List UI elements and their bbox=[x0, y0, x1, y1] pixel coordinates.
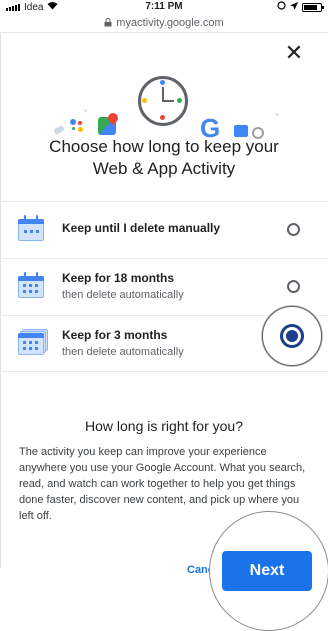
calendar-stack-icon bbox=[18, 329, 48, 355]
option-label: Keep until I delete manually bbox=[62, 221, 221, 235]
url-text: myactivity.google.com bbox=[116, 17, 224, 29]
radio-keep-3-months-selected[interactable] bbox=[262, 306, 322, 366]
status-bar: Idea 7:11 PM bbox=[0, 0, 328, 14]
close-button[interactable]: ✕ bbox=[282, 41, 306, 65]
clock-icon bbox=[138, 76, 188, 126]
option-label: Keep for 18 months bbox=[62, 271, 175, 285]
lock-icon bbox=[104, 17, 112, 29]
sparkle bbox=[84, 109, 87, 112]
status-right bbox=[277, 1, 324, 13]
calendar-icon bbox=[18, 215, 44, 241]
cancel-button[interactable]: Cance bbox=[187, 564, 209, 576]
option-sublabel: then delete automatically bbox=[62, 346, 184, 358]
battery-icon bbox=[302, 2, 324, 12]
option-sublabel: then delete automatically bbox=[62, 289, 184, 301]
close-icon: ✕ bbox=[284, 40, 304, 65]
alarm-icon bbox=[277, 1, 286, 13]
radio-keep-18-months[interactable] bbox=[287, 280, 300, 293]
radio-dot bbox=[286, 330, 298, 342]
sparkle bbox=[276, 113, 279, 116]
address-bar[interactable]: myactivity.google.com bbox=[0, 14, 328, 33]
option-label: Keep for 3 months bbox=[62, 328, 168, 342]
option-keep-manual[interactable]: Keep until I delete manually bbox=[0, 201, 328, 258]
tag-icon bbox=[53, 124, 65, 136]
calendar-icon bbox=[18, 272, 44, 298]
option-keep-18-months[interactable]: Keep for 18 months then delete automatic… bbox=[0, 258, 328, 315]
location-icon bbox=[290, 1, 298, 13]
next-button[interactable]: Next bbox=[222, 551, 312, 591]
dialog-title: Choose how long to keep your Web & App Ac… bbox=[49, 137, 279, 178]
radio-keep-manual[interactable] bbox=[287, 223, 300, 236]
section-subtitle: How long is right for you? bbox=[85, 418, 243, 434]
hero-illustration: G bbox=[40, 69, 288, 141]
google-maps-icon bbox=[98, 117, 116, 135]
